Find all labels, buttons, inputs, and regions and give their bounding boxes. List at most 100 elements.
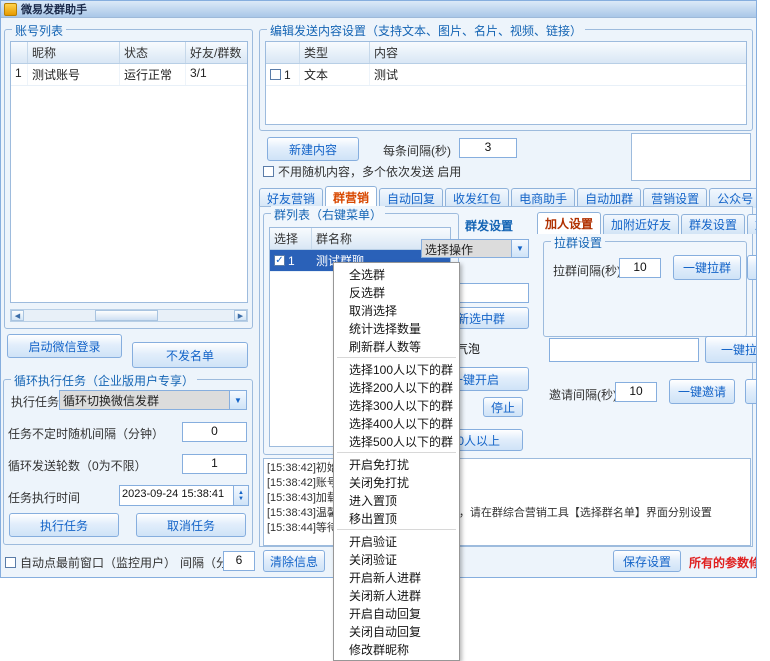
monitor-checkbox-row[interactable]: 自动点最前窗口（监控用户） 间隔（分钟） (5, 554, 252, 571)
titlebar[interactable]: 微易发群助手 (1, 1, 757, 18)
pull-gap-label: 拉群间隔(秒) (553, 262, 621, 279)
tab-group-marketing[interactable]: 群营销 (325, 186, 377, 208)
content-gap-input[interactable]: 3 (459, 138, 517, 158)
menu-item-autoreply-on[interactable]: 开启自动回复 (334, 604, 459, 622)
menu-separator (337, 529, 456, 530)
menu-item-unpin[interactable]: 移出置顶 (334, 509, 459, 527)
tab-marketing-settings[interactable]: 营销设置 (643, 188, 707, 208)
menu-item-verify-off[interactable]: 关闭验证 (334, 550, 459, 568)
login-wechat-button[interactable]: 启动微信登录 (7, 334, 122, 358)
stop-send-button[interactable]: 停止 (483, 397, 523, 417)
window-title: 微易发群助手 (21, 1, 87, 17)
col-nickname: 昵称 (28, 42, 120, 63)
chevron-down-icon[interactable]: ▼ (229, 391, 246, 409)
monitor-checkbox[interactable] (5, 557, 16, 568)
scroll-track[interactable] (24, 310, 234, 321)
task-rounds-input[interactable]: 1 (182, 454, 247, 474)
menu-item-select-all[interactable]: 全选群 (334, 265, 459, 283)
col-body: 内容 (370, 42, 746, 63)
random-checkbox[interactable] (263, 166, 274, 177)
menu-item-newcomer-off[interactable]: 关闭新人进群 (334, 586, 459, 604)
scroll-right-icon[interactable]: ▶ (234, 310, 247, 321)
menu-item-pin[interactable]: 进入置顶 (334, 491, 459, 509)
menu-item-rename-group[interactable]: 修改群昵称 (334, 640, 459, 658)
task-interval-input[interactable]: 0 (182, 422, 247, 442)
menu-item-under-500[interactable]: 选择500人以下的群 (334, 432, 459, 450)
spinner-updown-icon[interactable]: ▲▼ (233, 486, 248, 505)
tab-official-account[interactable]: 公众号 (709, 188, 757, 208)
accounts-table[interactable]: 昵称 状态 好友/群数 1 测试账号 运行正常 3/1 (10, 41, 248, 303)
tab-add-progress[interactable]: 加人进度 (747, 214, 757, 234)
menu-separator (337, 452, 456, 453)
tab-friend-marketing[interactable]: 好友营销 (259, 188, 323, 208)
monitor-interval-input[interactable]: 6 (223, 551, 255, 571)
task-title: 循环执行任务（企业版用户专享） (11, 372, 197, 389)
content-row-checkbox[interactable] (270, 69, 281, 80)
chevron-down-icon[interactable]: ▼ (511, 240, 528, 257)
invite-button[interactable]: 一键邀请 (669, 379, 735, 404)
tab-ecommerce[interactable]: 电商助手 (511, 188, 575, 208)
group-op-select[interactable]: 选择操作 ▼ (421, 239, 529, 258)
menu-item-invert-select[interactable]: 反选群 (334, 283, 459, 301)
tab-redpacket[interactable]: 收发红包 (445, 188, 509, 208)
task-time-picker[interactable]: 2023-09-24 15:38:41 ▲▼ (119, 485, 249, 506)
group-op-label: 群发设置 (465, 217, 513, 234)
invite-stop-button[interactable]: 停止 (745, 379, 757, 404)
menu-item-verify-on[interactable]: 开启验证 (334, 532, 459, 550)
account-nickname: 测试账号 (28, 64, 120, 85)
account-row[interactable]: 1 测试账号 运行正常 3/1 (11, 64, 247, 86)
content-row-num: 1 (284, 68, 291, 82)
menu-item-newcomer-on[interactable]: 开启新人进群 (334, 568, 459, 586)
friend-name-input[interactable] (549, 338, 699, 362)
content-row-type: 文本 (300, 64, 370, 85)
tab-add-nearby[interactable]: 加附近好友 (603, 214, 679, 234)
content-table[interactable]: 类型 内容 1 文本 测试 (265, 41, 747, 125)
menu-item-under-100[interactable]: 选择100人以下的群 (334, 360, 459, 378)
menu-item-under-200[interactable]: 选择200人以下的群 (334, 378, 459, 396)
content-row[interactable]: 1 文本 测试 (266, 64, 746, 86)
accounts-table-header: 昵称 状态 好友/群数 (11, 42, 247, 64)
invite-gap-label: 邀请间隔(秒) (549, 386, 617, 403)
grouplist-title: 群列表（右键菜单） (271, 206, 385, 223)
task-time-label: 任务执行时间 (8, 489, 80, 506)
pull-gap-input[interactable]: 10 (619, 258, 661, 278)
menu-item-mute-off[interactable]: 关闭免打扰 (334, 473, 459, 491)
run-task-button[interactable]: 执行任务 (9, 513, 119, 537)
scroll-left-icon[interactable]: ◀ (11, 310, 24, 321)
group-row-checkbox[interactable]: ✓ (274, 255, 285, 266)
group-op-value: 选择操作 (422, 240, 511, 257)
cancel-task-button[interactable]: 取消任务 (136, 513, 246, 537)
task-rounds-label: 循环发送轮数（0为不限） (8, 457, 147, 474)
tab-auto-reply[interactable]: 自动回复 (379, 188, 443, 208)
account-num: 1 (11, 64, 28, 85)
content-preview-box[interactable] (631, 133, 751, 181)
menu-item-mute-on[interactable]: 开启免打扰 (334, 455, 459, 473)
tab-send-settings[interactable]: 群发设置 (681, 214, 745, 234)
save-settings-button[interactable]: 保存设置 (613, 550, 681, 572)
account-counts: 3/1 (186, 64, 247, 85)
group-row-num: 1 (288, 254, 295, 268)
menu-item-cancel-select[interactable]: 取消选择 (334, 301, 459, 319)
exec-task-select[interactable]: 循环切换微信发群 ▼ (59, 390, 247, 410)
accounts-hscrollbar[interactable]: ◀ ▶ (10, 309, 248, 322)
content-row-body: 测试 (370, 64, 746, 85)
menu-item-under-400[interactable]: 选择400人以下的群 (334, 414, 459, 432)
pull-group-button[interactable]: 一键拉群 (673, 255, 741, 280)
pull-friend-button[interactable]: 一键拉好友 (705, 336, 757, 363)
tab-auto-join[interactable]: 自动加群 (577, 188, 641, 208)
menu-item-count-selected[interactable]: 统计选择数量 (334, 319, 459, 337)
monitor-label: 自动点最前窗口（监控用户） (20, 554, 176, 571)
menu-item-under-300[interactable]: 选择300人以下的群 (334, 396, 459, 414)
invite-gap-input[interactable]: 10 (615, 382, 657, 402)
no-send-list-button[interactable]: 不发名单 (132, 342, 248, 368)
random-checkbox-row[interactable]: 不用随机内容，多个依次发送 启用 (263, 163, 461, 180)
menu-item-autoreply-off[interactable]: 关闭自动回复 (334, 622, 459, 640)
tab-add-settings[interactable]: 加人设置 (537, 212, 601, 234)
new-content-button[interactable]: 新建内容 (267, 137, 359, 161)
clear-log-button[interactable]: 清除信息 (263, 550, 325, 572)
pull-stop-button[interactable]: 停止 (747, 255, 757, 280)
pullgroup-title: 拉群设置 (551, 234, 605, 251)
menu-separator (337, 357, 456, 358)
scroll-thumb[interactable] (95, 310, 158, 321)
menu-item-refresh-counts[interactable]: 刷新群人数等 (334, 337, 459, 355)
